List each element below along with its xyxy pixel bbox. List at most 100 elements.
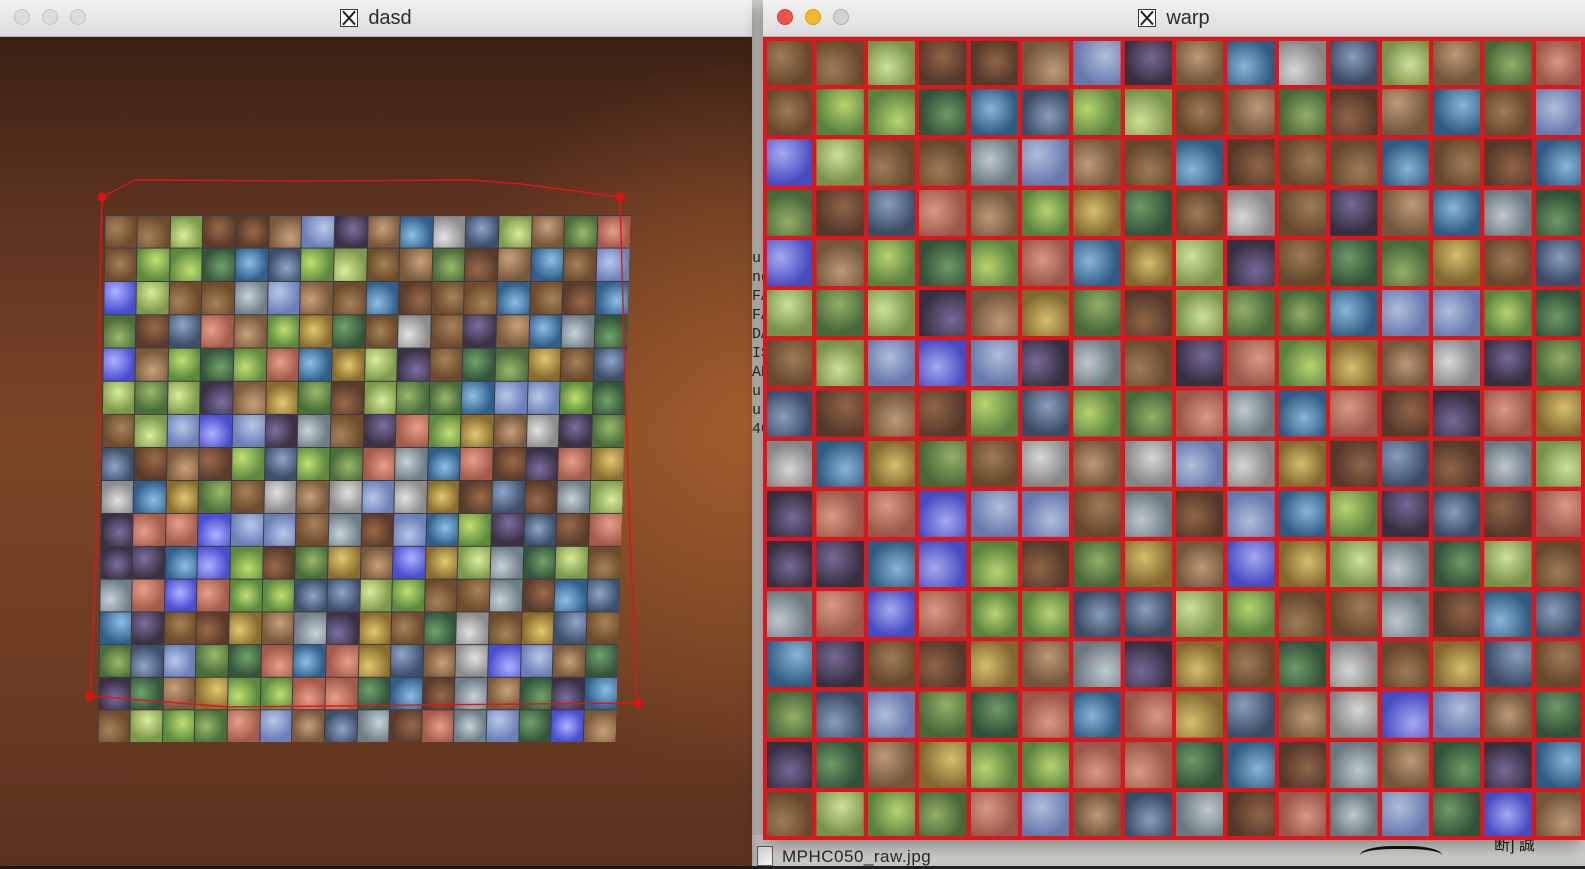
image-tile — [596, 249, 630, 282]
warp-window[interactable]: warp — [763, 0, 1585, 840]
image-tile — [589, 513, 622, 546]
image-tile — [301, 249, 334, 282]
image-tile — [102, 381, 135, 415]
image-tile — [104, 249, 137, 282]
zoom-button[interactable] — [70, 9, 86, 25]
grid-overlay — [763, 37, 1585, 840]
image-tile — [431, 282, 465, 315]
image-tile — [131, 644, 164, 677]
image-tile — [490, 546, 523, 579]
image-tile — [392, 546, 426, 579]
close-button[interactable] — [14, 9, 30, 25]
image-tile — [421, 709, 454, 742]
camera-view — [0, 37, 752, 866]
image-tile — [588, 546, 621, 579]
x11-icon — [1138, 9, 1157, 27]
warped-view — [763, 37, 1585, 840]
corner-marker-bottom-right[interactable] — [633, 698, 643, 708]
image-tile — [457, 579, 490, 612]
image-tile — [100, 513, 133, 546]
corner-marker-bottom-left[interactable] — [85, 691, 95, 701]
image-tile — [264, 448, 297, 481]
background-file-label[interactable]: MPHC050_raw.jpg — [782, 847, 931, 867]
minimize-button[interactable] — [805, 9, 821, 25]
image-tile — [135, 381, 168, 415]
image-tile — [463, 315, 497, 348]
image-tile — [325, 677, 358, 709]
image-tile — [553, 612, 587, 644]
image-tile — [427, 480, 460, 513]
image-tile — [231, 480, 264, 513]
image-tile — [396, 381, 430, 415]
image-tile — [593, 348, 627, 381]
title-group: dasd — [340, 6, 412, 30]
image-tile — [553, 644, 586, 677]
image-tile — [262, 579, 295, 612]
zoom-button[interactable] — [833, 9, 849, 25]
image-tile — [488, 644, 521, 677]
image-tile — [294, 612, 327, 644]
image-tile — [168, 315, 202, 348]
image-tile — [265, 415, 298, 448]
image-tile — [586, 612, 619, 644]
image-tile — [495, 348, 529, 381]
image-tile — [234, 282, 268, 315]
image-tile — [556, 513, 589, 546]
image-tile — [488, 612, 522, 644]
dasd-window[interactable]: dasd — [0, 0, 752, 866]
image-tile — [367, 215, 400, 249]
image-tile — [363, 415, 396, 448]
image-tile — [559, 415, 592, 448]
image-tile — [465, 215, 499, 249]
image-tile — [168, 348, 201, 381]
image-tile — [331, 348, 365, 381]
image-tile — [196, 612, 229, 644]
image-tile — [589, 480, 623, 513]
image-tile — [266, 348, 299, 381]
image-tile — [136, 249, 170, 282]
image-tile — [366, 249, 400, 282]
image-tile — [357, 677, 390, 709]
image-tile — [268, 215, 302, 249]
image-tile — [328, 513, 361, 546]
corner-marker-top-left[interactable] — [97, 192, 107, 202]
image-tile — [494, 381, 528, 415]
image-tile — [584, 677, 617, 709]
image-tile — [394, 480, 427, 513]
image-tile — [333, 249, 367, 282]
image-tile — [491, 513, 524, 546]
image-tile — [232, 448, 265, 481]
image-tile — [169, 249, 203, 282]
image-tile — [428, 415, 461, 448]
corner-marker-top-right[interactable] — [615, 192, 625, 202]
window-title: dasd — [368, 6, 412, 29]
image-tile — [497, 249, 531, 282]
minimize-button[interactable] — [42, 9, 58, 25]
image-tile — [521, 612, 554, 644]
image-tile — [395, 448, 428, 481]
image-tile — [98, 644, 131, 677]
close-button[interactable] — [777, 9, 793, 25]
image-tile — [297, 415, 331, 448]
image-tile — [196, 644, 229, 677]
image-tile — [391, 612, 424, 644]
projected-image-grid — [97, 215, 631, 742]
image-tile — [136, 315, 169, 348]
image-tile — [523, 546, 556, 579]
image-tile — [198, 513, 231, 546]
image-tile — [492, 480, 525, 513]
title-group: warp — [1138, 7, 1210, 30]
image-tile — [263, 513, 296, 546]
image-tile — [130, 677, 163, 709]
image-tile — [230, 513, 264, 546]
image-tile — [133, 480, 166, 513]
image-tile — [392, 579, 425, 612]
warp-titlebar[interactable]: warp — [763, 0, 1585, 37]
image-tile — [327, 546, 361, 579]
image-tile — [486, 709, 519, 742]
image-tile — [426, 513, 459, 546]
dasd-titlebar[interactable]: dasd — [0, 0, 752, 37]
image-tile — [294, 579, 327, 612]
image-tile — [203, 215, 236, 249]
image-tile — [558, 448, 591, 481]
